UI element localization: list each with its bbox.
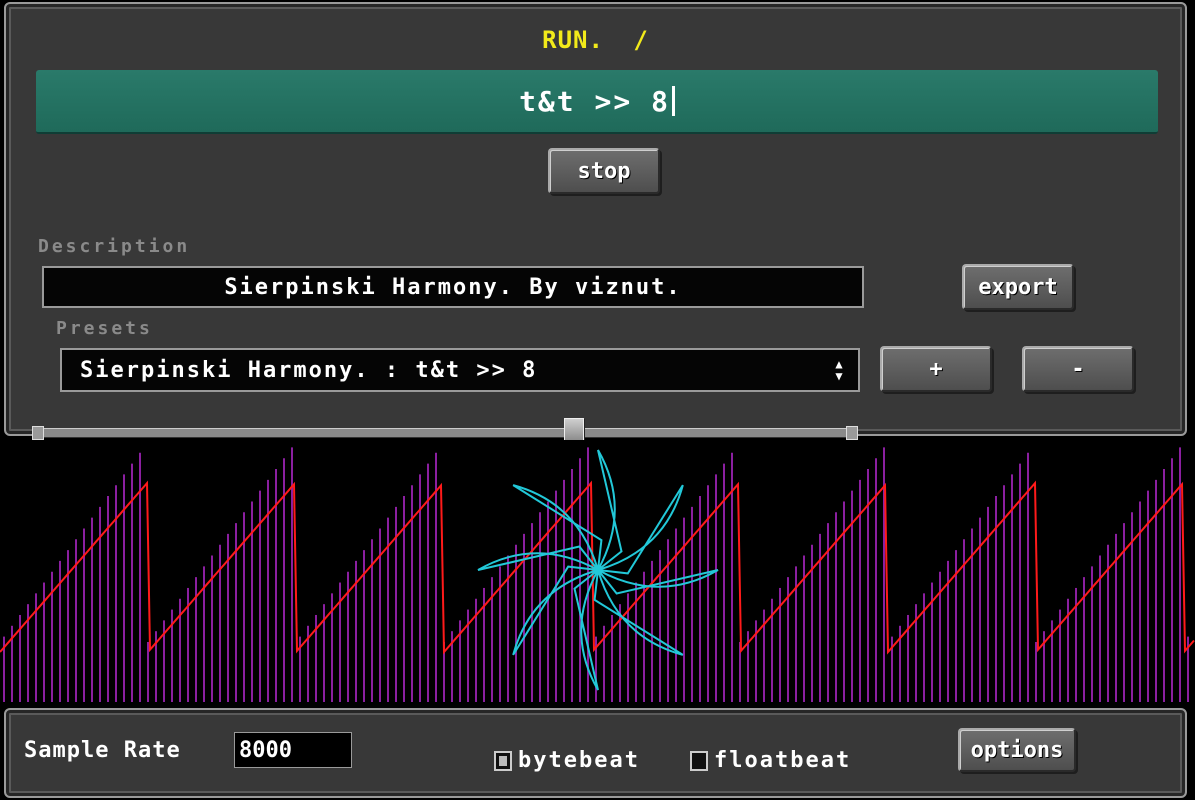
select-arrows-icon: ▲ ▼: [835, 357, 845, 383]
slider-end-cap: [846, 426, 858, 440]
export-button[interactable]: export: [962, 264, 1074, 310]
slider-thumb[interactable]: [564, 418, 584, 442]
slider-start-cap: [32, 426, 44, 440]
presets-label: Presets: [56, 318, 153, 339]
remove-preset-button[interactable]: -: [1022, 346, 1134, 392]
text-caret: [671, 86, 675, 116]
floatbeat-label: floatbeat: [714, 748, 852, 773]
description-field[interactable]: Sierpinski Harmony. By viznut.: [42, 266, 864, 308]
preset-selected-text: Sierpinski Harmony. : t&t >> 8: [80, 357, 538, 383]
stop-button[interactable]: stop: [548, 148, 660, 194]
bytebeat-option[interactable]: bytebeat: [494, 748, 640, 773]
preset-select[interactable]: Sierpinski Harmony. : t&t >> 8 ▲ ▼: [60, 348, 860, 392]
pinwheel-blade: [597, 449, 623, 571]
bytebeat-checkbox[interactable]: [494, 750, 512, 771]
description-label: Description: [38, 236, 191, 257]
floatbeat-checkbox[interactable]: [690, 750, 708, 771]
sample-rate-input[interactable]: 8000: [234, 732, 352, 768]
spinner-icon: /: [633, 26, 649, 54]
code-input[interactable]: t&t >> 8: [36, 70, 1158, 134]
sample-rate-label: Sample Rate: [24, 738, 181, 763]
description-text: Sierpinski Harmony. By viznut.: [224, 274, 682, 300]
floatbeat-option[interactable]: floatbeat: [690, 748, 851, 773]
sample-rate-value: 8000: [239, 737, 292, 763]
editor-panel: RUN. / t&t >> 8 stop Description Sierpin…: [4, 2, 1187, 436]
pinwheel-shape: [477, 449, 719, 691]
waveform-visualizer: [0, 440, 1195, 710]
bytebeat-label: bytebeat: [518, 748, 640, 773]
run-status: RUN.: [542, 26, 604, 54]
options-button[interactable]: options: [958, 728, 1076, 772]
code-text: t&t >> 8: [519, 84, 670, 118]
add-preset-button[interactable]: +: [880, 346, 992, 392]
footer-panel: Sample Rate 8000 bytebeat floatbeat opti…: [4, 708, 1187, 798]
status-line: RUN. /: [6, 26, 1185, 54]
position-slider[interactable]: [32, 418, 858, 442]
